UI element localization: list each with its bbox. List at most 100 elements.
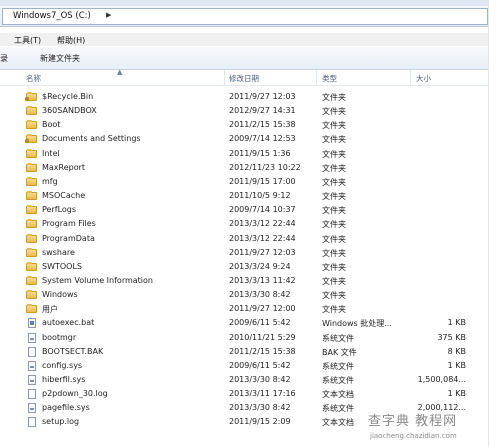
- file-size: 1 KB: [447, 389, 466, 399]
- file-name: config.sys: [42, 360, 83, 370]
- file-date: 2013/3/11 17:16: [229, 389, 296, 399]
- file-date: 2009/6/11 5:42: [229, 360, 291, 370]
- file-type: 文件夹: [322, 135, 346, 145]
- file-row[interactable]: System Volume Information 2013/3/13 11:42…: [0, 274, 488, 288]
- file-name: swshare: [42, 247, 75, 257]
- file-type: 文件夹: [322, 177, 346, 187]
- file-name: mfg: [42, 176, 58, 186]
- file-type: 文本文档: [322, 418, 354, 428]
- file-date: 2011/9/15 1:36: [229, 148, 291, 158]
- file-row[interactable]: swshare 2011/9/27 12:03 文件夹: [0, 246, 488, 260]
- folder-icon: [26, 290, 37, 300]
- file-size: 8 KB: [447, 346, 466, 356]
- file-row[interactable]: Program Files 2013/3/12 22:44 文件夹: [0, 217, 488, 231]
- file-name: BOOTSECT.BAK: [42, 346, 104, 356]
- file-row[interactable]: SWTOOLS 2013/3/24 9:24 文件夹: [0, 260, 488, 274]
- file-date: 2011/2/15 15:38: [229, 120, 296, 130]
- file-name: bootmgr: [42, 332, 77, 342]
- file-name: Documents and Settings: [42, 134, 141, 144]
- menu-help[interactable]: 帮助(H): [57, 35, 85, 46]
- file-type: 文件夹: [322, 305, 346, 315]
- sort-up-icon: ▲: [117, 68, 123, 76]
- vertical-scrollbar[interactable]: [488, 0, 500, 447]
- file-type: 文件夹: [322, 206, 346, 216]
- file-name: Intel: [42, 148, 60, 158]
- file-name: MaxReport: [42, 162, 86, 172]
- new-folder-button[interactable]: 新建文件夹: [40, 53, 80, 64]
- toolbar-truncated-button[interactable]: 录: [0, 53, 8, 64]
- file-type: 文件夹: [322, 262, 346, 272]
- file-type: 文本文档: [322, 390, 354, 400]
- file-type: Windows 批处理...: [322, 319, 392, 329]
- address-path[interactable]: Windows7_OS (C:): [13, 11, 91, 21]
- folder-icon: [26, 120, 37, 130]
- file-type: 系统文件: [322, 333, 354, 343]
- file-name: 用户: [42, 305, 58, 315]
- column-name-header[interactable]: 名称: [26, 73, 41, 84]
- file-row[interactable]: mfg 2011/9/15 17:00 文件夹: [0, 175, 488, 189]
- folder-icon: [26, 162, 37, 172]
- file-type: 系统文件: [322, 361, 354, 371]
- file-date: 2011/9/27 12:03: [229, 247, 296, 257]
- file-row[interactable]: Windows 2013/3/30 8:42 文件夹: [0, 288, 488, 302]
- file-name: pagefile.sys: [42, 403, 90, 413]
- file-row[interactable]: BOOTSECT.BAK 2011/2/15 15:38 BAK 文件 8 KB: [0, 345, 488, 359]
- text-file-icon: [28, 389, 36, 400]
- file-date: 2013/3/13 11:42: [229, 275, 296, 285]
- file-date: 2011/9/27 12:03: [229, 92, 296, 101]
- file-row[interactable]: ProgramData 2013/3/12 22:44 文件夹: [0, 232, 488, 246]
- file-name: hiberfil.sys: [42, 375, 86, 384]
- column-divider[interactable]: [410, 70, 411, 85]
- file-type: BAK 文件: [322, 347, 357, 357]
- folder-icon: [26, 205, 37, 215]
- folder-icon: [26, 275, 37, 285]
- system-file-icon: [28, 403, 36, 414]
- file-date: 2012/9/27 14:31: [229, 106, 296, 116]
- file-name: SWTOOLS: [42, 261, 83, 271]
- file-type: 文件夹: [322, 163, 346, 173]
- file-row[interactable]: 用户 2011/9/27 12:00 文件夹: [0, 302, 488, 316]
- column-date-header[interactable]: 修改日期: [229, 73, 259, 84]
- column-divider[interactable]: [224, 70, 225, 85]
- file-row[interactable]: Intel 2011/9/15 1:36 文件夹: [0, 147, 488, 161]
- file-name: PerfLogs: [42, 205, 77, 215]
- file-row[interactable]: hiberfil.sys 2013/3/30 8:42 系统文件 1,500,084.…: [0, 373, 488, 387]
- file-row[interactable]: config.sys 2009/6/11 5:42 系统文件 1 KB: [0, 359, 488, 373]
- file-row[interactable]: MSOCache 2011/10/5 9:12 文件夹: [0, 189, 488, 203]
- folder-icon: [26, 304, 37, 314]
- file-type: 文件夹: [322, 234, 346, 244]
- file-name: MSOCache: [42, 191, 86, 201]
- file-type: 文件夹: [322, 276, 346, 286]
- breadcrumb-chevron-icon[interactable]: ▶: [106, 11, 111, 19]
- file-name: System Volume Information: [42, 275, 153, 285]
- folder-icon: [26, 233, 37, 243]
- file-type: 文件夹: [322, 291, 346, 301]
- column-divider[interactable]: [316, 70, 317, 85]
- file-date: 2013/3/30 8:42: [229, 403, 291, 413]
- file-name: ProgramData: [42, 233, 95, 243]
- file-name: setup.log: [42, 417, 80, 427]
- file-date: 2009/6/11 5:42: [229, 318, 291, 328]
- menu-tools[interactable]: 工具(T): [14, 35, 41, 46]
- file-row[interactable]: Boot 2011/2/15 15:38 文件夹: [0, 118, 488, 132]
- address-field[interactable]: Windows7_OS (C:) ▶: [2, 8, 488, 25]
- file-row[interactable]: autoexec.bat 2009/6/11 5:42 Windows 批处理...…: [0, 316, 488, 330]
- column-type-header[interactable]: 类型: [322, 73, 337, 84]
- file-row[interactable]: $Recycle.Bin 2011/9/27 12:03 文件夹: [0, 90, 488, 104]
- file-row[interactable]: bootmgr 2010/11/21 5:29 系统文件 375 KB: [0, 331, 488, 345]
- file-type: 文件夹: [322, 248, 346, 258]
- file-row[interactable]: p2pdown_30.log 2013/3/11 17:16 文本文档 1 KB: [0, 387, 488, 401]
- folder-icon: [26, 261, 37, 271]
- file-date: 2013/3/30 8:42: [229, 375, 291, 384]
- column-size-header[interactable]: 大小: [416, 73, 431, 84]
- file-row[interactable]: MaxReport 2012/11/23 10:22 文件夹: [0, 161, 488, 175]
- file-row[interactable]: Documents and Settings 2009/7/14 12:53 文件夹: [0, 132, 488, 146]
- system-file-icon: [28, 360, 36, 371]
- batch-file-icon: [28, 318, 36, 329]
- file-row[interactable]: PerfLogs 2009/7/14 10:37 文件夹: [0, 203, 488, 217]
- file-date: 2013/3/12 22:44: [229, 219, 296, 229]
- file-date: 2010/11/21 5:29: [229, 332, 296, 342]
- file-row[interactable]: 360SANDBOX 2012/9/27 14:31 文件夹: [0, 104, 488, 118]
- watermark-main: 查字典 教程网: [368, 414, 458, 429]
- file-size: 375 KB: [437, 332, 466, 342]
